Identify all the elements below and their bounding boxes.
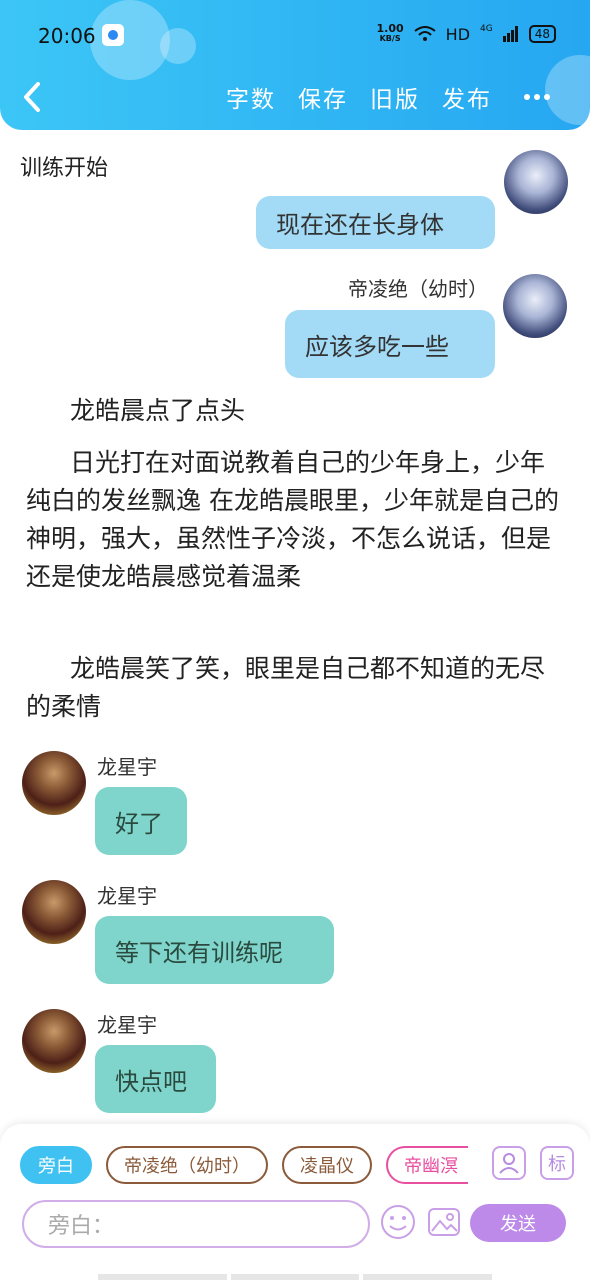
back-button[interactable]	[20, 82, 46, 112]
avatar[interactable]	[22, 1009, 86, 1073]
character-icon[interactable]	[492, 1146, 526, 1180]
app-header: 20:06 1.00 KB/S HD 4G 48 字数 保存 旧版 发布	[0, 0, 590, 130]
speed-unit: KB/S	[379, 34, 401, 43]
bubble-decoration	[545, 55, 590, 125]
status-indicators: 1.00 KB/S HD 4G 48	[376, 22, 556, 44]
chat-bubble[interactable]: 现在还在长身体	[256, 196, 495, 249]
chat-bubble[interactable]: 好了	[95, 787, 187, 855]
status-time: 20:06	[38, 24, 96, 48]
old-version-button[interactable]: 旧版	[370, 80, 420, 114]
publish-button[interactable]: 发布	[442, 80, 492, 114]
speaker-name: 龙星宇	[97, 1013, 157, 1037]
avatar[interactable]	[22, 880, 86, 944]
word-count-button[interactable]: 字数	[226, 80, 276, 114]
narration-text: 日光打在对面说教着自己的少年身上，少年纯白的发丝飘逸 在龙皓晨眼里，少年就是自己…	[26, 448, 559, 591]
bubble-decoration	[160, 28, 196, 64]
avatar[interactable]	[503, 274, 567, 338]
tag-icon[interactable]: 标	[540, 1146, 574, 1180]
role-chip[interactable]: 凌晶仪	[282, 1146, 372, 1184]
message-text: 好了	[115, 809, 163, 838]
speaker-name: 龙星宇	[97, 755, 157, 779]
chat-bubble[interactable]: 应该多吃一些	[285, 310, 495, 378]
image-icon[interactable]	[426, 1204, 462, 1240]
chat-bubble[interactable]: 快点吧	[95, 1045, 216, 1113]
narration-paragraph[interactable]: 日光打在对面说教着自己的少年身上，少年纯白的发丝飘逸 在龙皓晨眼里，少年就是自己…	[26, 444, 561, 596]
message-text: 快点吧	[115, 1067, 187, 1096]
input-panel: 旁白 帝凌绝（幼时） 凌晶仪 帝幽溟 标 旁白： 发送	[0, 1124, 590, 1280]
role-chip[interactable]: 帝幽溟	[386, 1146, 468, 1184]
message-text: 等下还有训练呢	[115, 938, 283, 967]
more-options-icon[interactable]	[524, 94, 550, 100]
avatar[interactable]	[22, 751, 86, 815]
narration-paragraph[interactable]: 龙皓晨笑了笑，眼里是自己都不知道的无尽的柔情	[26, 650, 561, 726]
role-selector: 旁白 帝凌绝（幼时） 凌晶仪 帝幽溟	[20, 1146, 468, 1184]
speaker-name: 龙星宇	[97, 884, 157, 908]
narration-text: 龙皓晨笑了笑，眼里是自己都不知道的无尽的柔情	[26, 654, 546, 721]
app-notification-icon	[102, 24, 124, 46]
wifi-icon	[414, 26, 436, 41]
message-text: 现在还在长身体	[276, 211, 444, 239]
message-text: 应该多吃一些	[305, 332, 449, 361]
hd-label: HD	[445, 24, 471, 44]
send-button[interactable]: 发送	[470, 1204, 566, 1242]
role-chip[interactable]: 帝凌绝（幼时）	[106, 1146, 268, 1184]
signal-icon	[502, 26, 518, 42]
network-speed: 1.00 KB/S	[376, 22, 404, 44]
toolbar: 字数 保存 旧版 发布	[226, 80, 550, 114]
avatar[interactable]	[504, 150, 568, 214]
speed-value: 1.00	[376, 22, 404, 35]
message-input[interactable]: 旁白：	[22, 1200, 370, 1248]
save-button[interactable]: 保存	[298, 80, 348, 114]
speaker-name: 帝凌绝（幼时）	[348, 277, 488, 301]
home-indicator	[98, 1274, 493, 1280]
chapter-title: 训练开始	[20, 156, 109, 181]
chat-bubble[interactable]: 等下还有训练呢	[95, 916, 334, 984]
narration-text: 龙皓晨点了点头	[70, 396, 246, 425]
battery-indicator: 48	[528, 25, 556, 43]
network-type: 4G	[480, 24, 493, 34]
narration-paragraph[interactable]: 龙皓晨点了点头	[26, 392, 561, 430]
emoji-icon[interactable]	[380, 1204, 416, 1240]
role-chip-narration[interactable]: 旁白	[20, 1146, 92, 1184]
